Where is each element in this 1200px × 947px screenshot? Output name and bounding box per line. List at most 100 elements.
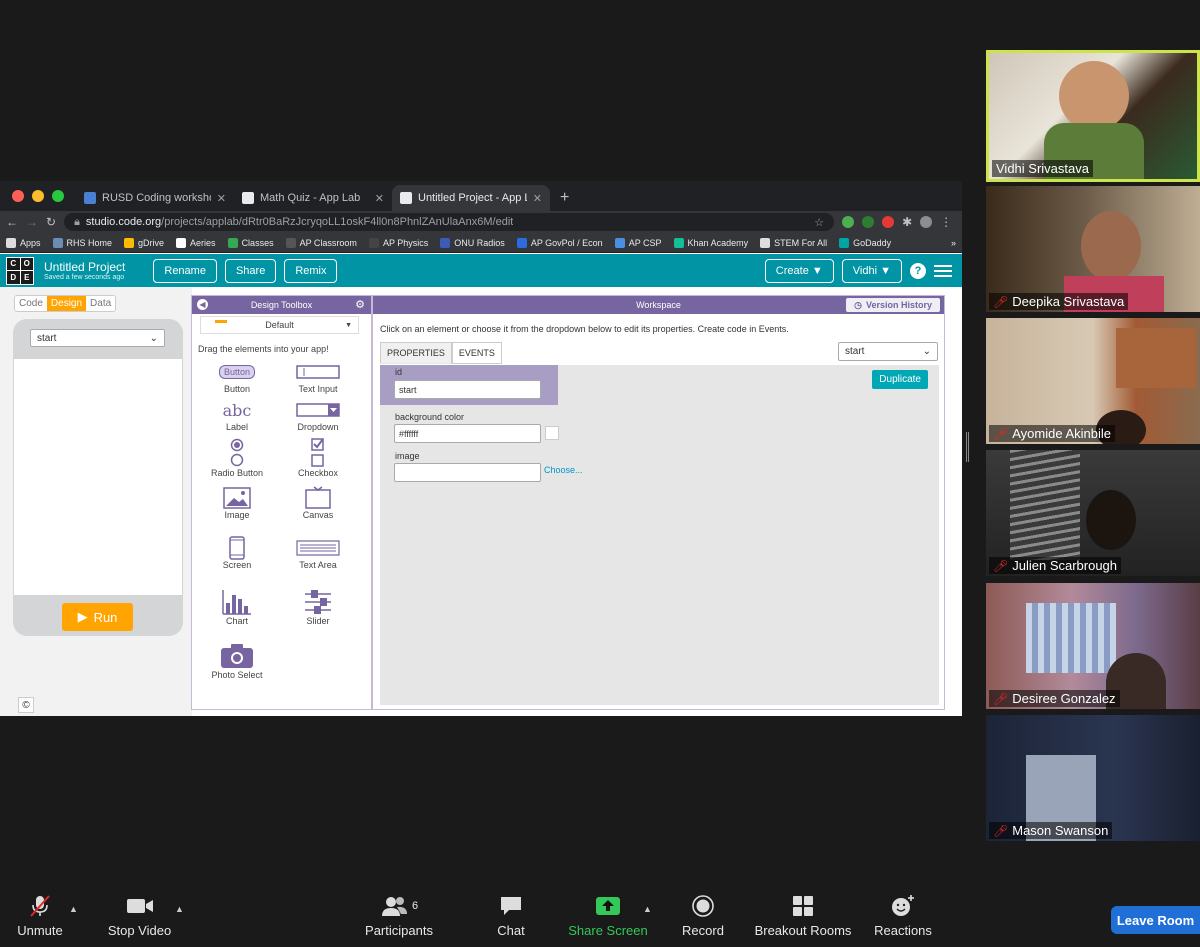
element-select[interactable]: start ⌄ bbox=[838, 342, 938, 361]
participant-tile[interactable]: 🎤︎ Desiree Gonzalez bbox=[986, 583, 1200, 709]
close-window-icon[interactable] bbox=[12, 190, 24, 202]
participant-tile[interactable]: 🎤︎ Julien Scarbrough bbox=[986, 450, 1200, 576]
toolbox-item-radio-button[interactable]: Radio Button bbox=[196, 438, 278, 478]
split-resize-handle[interactable] bbox=[966, 432, 969, 462]
toolbox-item-photo-select[interactable]: Photo Select bbox=[196, 642, 278, 680]
puzzle-icon[interactable]: ✱ bbox=[902, 215, 912, 229]
design-mode-button[interactable]: Design bbox=[46, 296, 87, 311]
close-tab-icon[interactable]: ✕ bbox=[375, 192, 384, 205]
toolbox-item-slider[interactable]: Slider bbox=[277, 588, 359, 626]
url-field[interactable]: 🔒︎ studio.code.org/projects/applab/dRtr0… bbox=[64, 213, 835, 231]
remix-button[interactable]: Remix bbox=[284, 258, 338, 283]
bookmark-item[interactable]: Khan Academy bbox=[673, 237, 748, 248]
maximize-window-icon[interactable] bbox=[52, 190, 64, 202]
participant-tile[interactable]: Vidhi Srivastava bbox=[986, 50, 1200, 182]
browser-tab[interactable]: Math Quiz - App Lab ✕ bbox=[234, 185, 392, 211]
bookmark-item[interactable]: AP CSP bbox=[614, 237, 662, 248]
unmute-button[interactable]: Unmute bbox=[8, 886, 72, 947]
record-button[interactable]: Record bbox=[680, 886, 726, 947]
breakout-rooms-button[interactable]: Breakout Rooms bbox=[752, 886, 854, 947]
minimize-window-icon[interactable] bbox=[32, 190, 44, 202]
toolbox-item-button[interactable]: Button Button bbox=[196, 360, 278, 394]
chart-icon bbox=[196, 588, 278, 616]
user-menu-button[interactable]: Vidhi ▼ bbox=[841, 258, 902, 283]
tab-properties[interactable]: PROPERTIES bbox=[380, 342, 452, 364]
participants-button[interactable]: 6 Participants bbox=[360, 886, 438, 947]
theme-select[interactable]: Default ▼ bbox=[200, 316, 359, 334]
toolbox-item-dropdown[interactable]: Dropdown bbox=[277, 398, 359, 432]
extension-icon[interactable] bbox=[882, 216, 895, 228]
bookmark-apps[interactable]: Apps bbox=[6, 237, 41, 248]
toolbox-item-screen[interactable]: Screen bbox=[196, 536, 278, 570]
extension-icon[interactable] bbox=[862, 216, 875, 228]
id-input[interactable]: start bbox=[394, 380, 541, 399]
code-mode-button[interactable]: Code bbox=[15, 296, 47, 311]
back-icon[interactable]: ← bbox=[6, 215, 18, 229]
copyright-icon[interactable]: © bbox=[18, 697, 34, 713]
data-mode-button[interactable]: Data bbox=[86, 296, 116, 311]
new-tab-icon[interactable]: + bbox=[550, 185, 579, 211]
reactions-button[interactable]: Reactions bbox=[872, 886, 934, 947]
app-screen-canvas[interactable] bbox=[14, 359, 182, 595]
reload-icon[interactable]: ↻ bbox=[46, 215, 56, 229]
more-bookmarks-icon[interactable]: » bbox=[951, 238, 956, 248]
video-options-caret-icon[interactable]: ▲ bbox=[175, 904, 184, 914]
toolbox-item-checkbox[interactable]: Checkbox bbox=[277, 438, 359, 478]
toolbox-item-text-area[interactable]: Text Area bbox=[277, 536, 359, 570]
bookmark-item[interactable]: gDrive bbox=[124, 237, 164, 248]
leave-room-button[interactable]: Leave Room bbox=[1111, 906, 1200, 934]
browser-tab-title: Untitled Project - App Lab bbox=[418, 192, 527, 204]
toolbox-item-chart[interactable]: Chart bbox=[196, 588, 278, 626]
audio-options-caret-icon[interactable]: ▲ bbox=[69, 904, 78, 914]
browser-tab[interactable]: RUSD Coding workshop - Goo ✕ bbox=[76, 185, 234, 211]
tab-events[interactable]: EVENTS bbox=[451, 342, 502, 364]
unmute-label: Unmute bbox=[17, 923, 63, 938]
share-screen-button[interactable]: Share Screen bbox=[566, 886, 650, 947]
bookmark-item[interactable]: STEM For All bbox=[760, 237, 827, 248]
bookmark-item[interactable]: AP GovPol / Econ bbox=[516, 237, 603, 248]
share-options-caret-icon[interactable]: ▲ bbox=[643, 904, 652, 914]
choose-image-link[interactable]: Choose... bbox=[544, 465, 583, 475]
bookmark-item[interactable]: AP Physics bbox=[368, 237, 428, 248]
bookmark-item[interactable]: AP Classroom bbox=[285, 237, 357, 248]
bookmark-item[interactable]: ONU Radios bbox=[440, 237, 505, 248]
toolbox-item-canvas[interactable]: Canvas bbox=[277, 486, 359, 520]
run-button[interactable]: ▶ Run bbox=[62, 603, 133, 631]
browser-tab-active[interactable]: Untitled Project - App Lab ✕ bbox=[392, 185, 550, 211]
code-org-logo[interactable]: C O D E bbox=[6, 256, 34, 285]
image-input[interactable] bbox=[394, 463, 541, 482]
extension-icon[interactable] bbox=[842, 216, 855, 228]
collapse-toolbox-icon[interactable]: ◀ bbox=[197, 299, 208, 310]
help-icon[interactable]: ? bbox=[910, 262, 926, 279]
hamburger-menu-icon[interactable] bbox=[934, 264, 952, 277]
close-tab-icon[interactable]: ✕ bbox=[533, 192, 542, 205]
toolbox-item-image[interactable]: Image bbox=[196, 486, 278, 520]
share-button[interactable]: Share bbox=[224, 258, 277, 283]
stop-video-button[interactable]: Stop Video bbox=[102, 886, 177, 947]
bookmark-item[interactable]: GoDaddy bbox=[839, 237, 891, 248]
workspace-hint: Click on an element or choose it from th… bbox=[380, 324, 789, 334]
star-icon[interactable]: ☆ bbox=[814, 216, 824, 229]
gear-icon[interactable]: ⚙ bbox=[355, 298, 365, 311]
forward-icon[interactable]: → bbox=[26, 215, 38, 229]
toolbox-item-label: Photo Select bbox=[211, 670, 263, 680]
bookmark-item[interactable]: Aeries bbox=[176, 237, 216, 248]
profile-avatar[interactable] bbox=[920, 216, 933, 228]
participant-tile[interactable]: 🎤︎ Deepika Srivastava bbox=[986, 186, 1200, 312]
version-history-button[interactable]: ◷ Version History bbox=[846, 298, 940, 312]
toolbox-item-label[interactable]: abc Label bbox=[196, 398, 278, 433]
chat-button[interactable]: Chat bbox=[488, 886, 534, 947]
participant-tile[interactable]: 🎤︎ Ayomide Akinbile bbox=[986, 318, 1200, 444]
kebab-menu-icon[interactable]: ⋮ bbox=[940, 215, 952, 229]
duplicate-button[interactable]: Duplicate bbox=[872, 370, 928, 389]
toolbox-item-text-input[interactable]: Text Input bbox=[277, 360, 359, 394]
bookmark-item[interactable]: Classes bbox=[227, 237, 274, 248]
color-swatch[interactable] bbox=[545, 426, 559, 440]
background-color-input[interactable]: #ffffff bbox=[394, 424, 541, 443]
participant-tile[interactable]: 🎤︎ Mason Swanson bbox=[986, 715, 1200, 841]
screen-select[interactable]: start ⌄ bbox=[30, 329, 165, 347]
close-tab-icon[interactable]: ✕ bbox=[217, 192, 226, 205]
rename-button[interactable]: Rename bbox=[153, 258, 217, 283]
bookmark-item[interactable]: RHS Home bbox=[52, 237, 112, 248]
create-menu-button[interactable]: Create ▼ bbox=[764, 258, 834, 283]
